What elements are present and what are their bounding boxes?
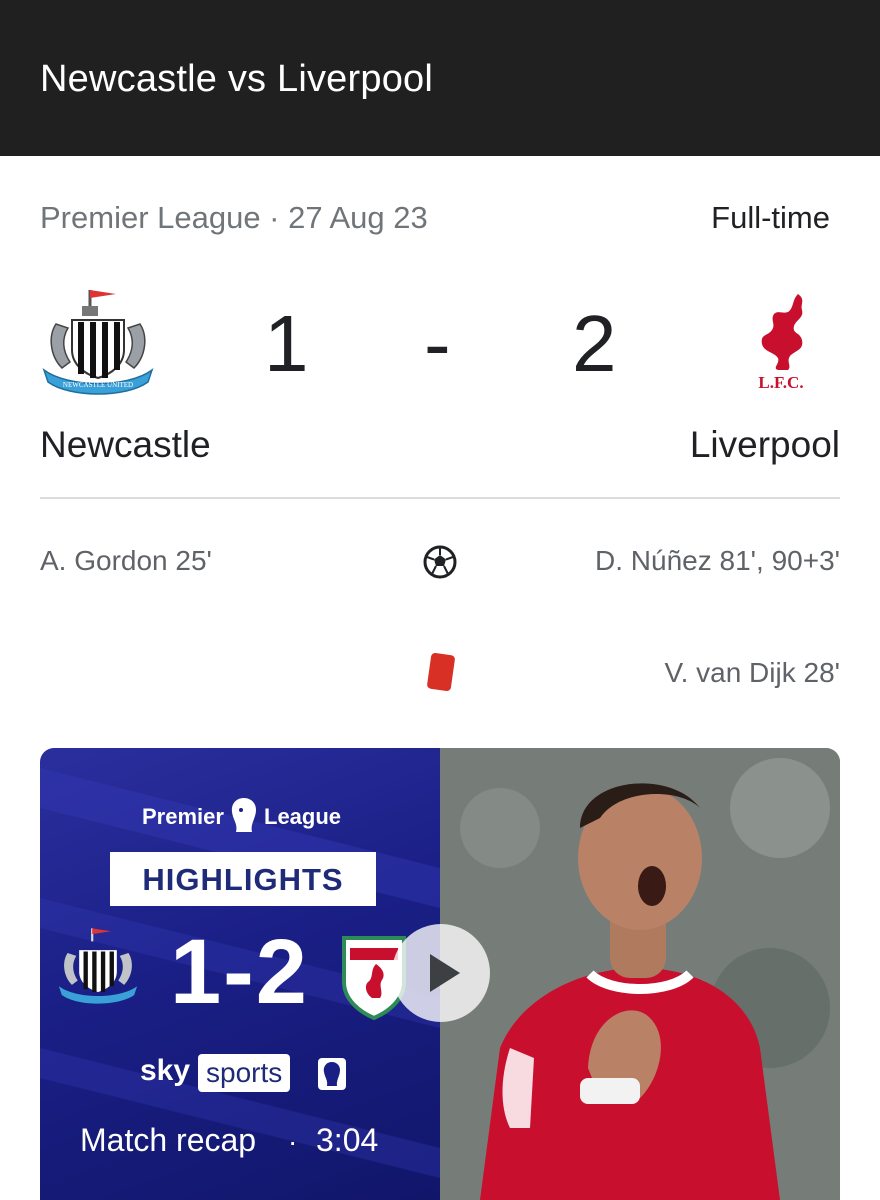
highlights-text: HIGHLIGHTS [142, 862, 344, 897]
svg-text:NEWCASTLE UNITED: NEWCASTLE UNITED [63, 381, 133, 389]
competition-date[interactable]: Premier League · 27 Aug 23 [40, 200, 428, 236]
video-duration: 3:04 [316, 1122, 379, 1158]
premier-league-lion-icon [228, 796, 260, 834]
liverpool-crest-icon[interactable]: L.F.C. [748, 290, 814, 394]
player-photo [440, 748, 840, 1200]
newcastle-crest-icon[interactable]: NEWCASTLE UNITED [38, 284, 158, 400]
video-score: 1-2 [170, 921, 309, 1023]
away-team-name[interactable]: Liverpool [690, 424, 840, 466]
premier-league-badge-icon [316, 1056, 348, 1092]
home-score: 1 [264, 299, 309, 388]
newcastle-crest-icon [52, 924, 144, 1008]
page-title: Newcastle vs Liverpool [40, 58, 434, 100]
away-red-card: V. van Dijk 28' [664, 657, 840, 688]
sports-label: sports [206, 1057, 283, 1088]
score-separator: - [424, 299, 451, 388]
sky-label: sky [140, 1054, 191, 1087]
svg-text:L.F.C.: L.F.C. [758, 373, 803, 392]
match-status: Full-time [711, 200, 830, 235]
premier-label: Premier [142, 804, 224, 829]
league-label: League [264, 804, 342, 829]
highlights-badge: HIGHLIGHTS [110, 852, 376, 906]
red-card-icon [425, 652, 457, 692]
away-goal-scorers: D. Núñez 81', 90+3' [595, 545, 840, 576]
app-bar: Newcastle vs Liverpool [0, 0, 880, 156]
highlights-video[interactable]: Premier League HIGHLIGHTS 1-2 sky sports… [40, 748, 840, 1200]
play-button[interactable] [392, 924, 490, 1022]
video-label: Match recap [80, 1122, 257, 1158]
home-goal-scorers: A. Gordon 25' [40, 545, 212, 576]
home-team-name[interactable]: Newcastle [40, 424, 211, 466]
sports-badge: sports [198, 1054, 291, 1092]
video-thumbnail-graphic: Premier League HIGHLIGHTS 1-2 sky sports… [40, 748, 440, 1200]
soccer-ball-icon [422, 544, 458, 580]
separator-dot: · [288, 1126, 298, 1157]
play-icon [430, 954, 460, 992]
divider [40, 497, 840, 499]
away-score: 2 [572, 299, 617, 388]
